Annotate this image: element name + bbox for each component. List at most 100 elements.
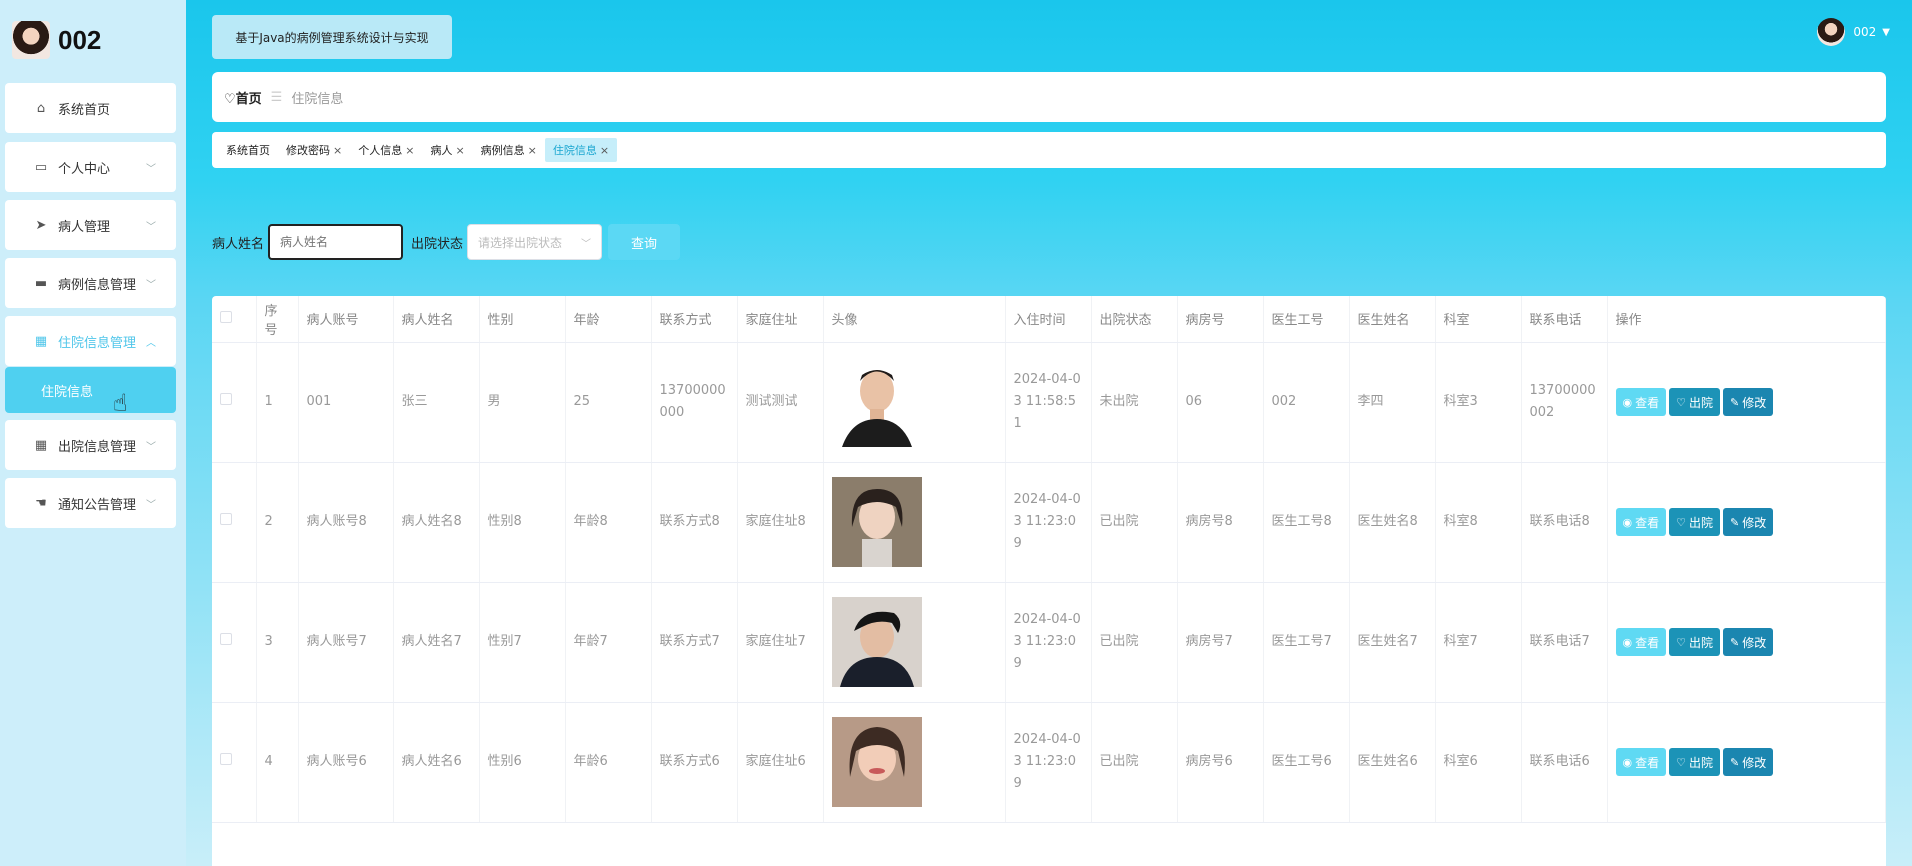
view-label: 查看 — [1635, 395, 1660, 410]
close-icon[interactable]: × — [528, 144, 537, 157]
row-checkbox-cell[interactable] — [212, 462, 257, 583]
breadcrumb-separator: ☰ — [270, 89, 283, 105]
sidebar-item-personal-center[interactable]: ▭ 个人中心 ﹀ — [5, 142, 176, 192]
row-checkbox[interactable] — [220, 513, 232, 525]
col-header: 病人账号 — [298, 296, 394, 343]
row-checkbox[interactable] — [220, 753, 232, 765]
row-checkbox[interactable] — [220, 393, 232, 405]
cell-age: 年龄6 — [565, 702, 652, 823]
col-header: 科室 — [1435, 296, 1522, 343]
sidebar-item-patient-management[interactable]: ➤ 病人管理 ﹀ — [5, 200, 176, 250]
row-checkbox[interactable] — [220, 633, 232, 645]
patient-photo — [831, 717, 922, 807]
patient-name-input[interactable] — [268, 224, 404, 260]
sidebar-subitem-inpatient-info[interactable]: 住院信息 — [5, 367, 176, 413]
edit-button[interactable]: ✎ 修改 — [1723, 508, 1774, 536]
discharge-status-select[interactable]: 请选择出院状态 ﹀ — [467, 224, 603, 260]
row-checkbox-cell[interactable] — [212, 702, 257, 823]
discharge-label: 出院 — [1689, 515, 1714, 530]
sidebar-item-case-management[interactable]: ▬ 病例信息管理 ﹀ — [5, 258, 176, 308]
cell-contact: 联系方式6 — [651, 702, 738, 823]
edit-button[interactable]: ✎ 修改 — [1723, 388, 1774, 416]
cell-account: 病人账号8 — [298, 462, 394, 583]
app-title: 基于Java的病例管理系统设计与实现 — [212, 15, 452, 59]
tag-personal-info[interactable]: 个人信息 × — [350, 138, 422, 162]
pencil-icon: ✎ — [1730, 636, 1740, 649]
chevron-up-icon: ︿ — [146, 337, 156, 349]
pencil-icon: ✎ — [1730, 516, 1740, 529]
cell-contact: 联系方式7 — [651, 582, 738, 703]
tags-bar: 系统首页 修改密码 × 个人信息 × 病人 × 病例信息 × 住院信息 × — [212, 132, 1886, 168]
tag-label: 修改密码 — [286, 144, 330, 157]
edit-label: 修改 — [1742, 515, 1767, 530]
tag-home[interactable]: 系统首页 — [218, 138, 278, 162]
close-icon[interactable]: × — [405, 144, 414, 157]
cell-ward: 病房号7 — [1177, 582, 1264, 703]
cell-actions: ◉ 查看 ♡ 出院 ✎ 修改 — [1607, 582, 1886, 703]
cell-phone: 13700000002 — [1521, 342, 1608, 463]
row-checkbox-cell[interactable] — [212, 582, 257, 703]
chevron-down-icon: ﹀ — [146, 279, 156, 291]
col-header: 出院状态 — [1091, 296, 1178, 343]
breadcrumb-current: 住院信息 — [291, 91, 344, 107]
user-menu[interactable]: 002 ▼ — [1817, 18, 1890, 46]
select-all-checkbox-cell[interactable] — [212, 296, 257, 343]
search-button[interactable]: 查询 — [608, 224, 681, 260]
edit-button[interactable]: ✎ 修改 — [1723, 628, 1774, 656]
discharge-label: 出院 — [1689, 395, 1714, 410]
sidebar-item-label: 出院信息管理 — [58, 439, 137, 455]
col-header: 入住时间 — [1005, 296, 1092, 343]
view-button[interactable]: ◉ 查看 — [1615, 508, 1667, 536]
tag-inpatient-info[interactable]: 住院信息 × — [544, 138, 618, 162]
cell-checkin: 2024-04-03 11:23:09 — [1005, 582, 1092, 703]
sidebar-item-label: 病人管理 — [58, 219, 111, 235]
view-button[interactable]: ◉ 查看 — [1615, 628, 1667, 656]
breadcrumb-home-label: 首页 — [235, 91, 262, 107]
sidebar-item-home[interactable]: ⌂ 系统首页 — [5, 83, 176, 133]
close-icon[interactable]: × — [600, 144, 609, 157]
cell-no: 4 — [256, 702, 299, 823]
grid-icon: ▦ — [34, 333, 48, 349]
sidebar-item-notice-management[interactable]: ☚ 通知公告管理 ﹀ — [5, 478, 176, 528]
cell-contact: 13700000000 — [651, 342, 738, 463]
cell-contact: 联系方式8 — [651, 462, 738, 583]
discharge-button[interactable]: ♡ 出院 — [1669, 748, 1721, 776]
cell-account: 病人账号6 — [298, 702, 394, 823]
cell-phone: 联系电话8 — [1521, 462, 1608, 583]
discharge-label: 出院 — [1689, 635, 1714, 650]
cell-name: 病人姓名7 — [393, 582, 480, 703]
card-icon: ▭ — [34, 159, 48, 175]
cell-checkin: 2024-04-03 11:23:09 — [1005, 702, 1092, 823]
heart-icon: ♡ — [1676, 516, 1686, 529]
pencil-icon: ✎ — [1730, 756, 1740, 769]
chevron-down-icon: ﹀ — [581, 238, 592, 250]
breadcrumb-home[interactable]: ♡首页 — [224, 88, 262, 107]
sidebar-item-label: 通知公告管理 — [58, 497, 137, 513]
tag-label: 病例信息 — [480, 144, 525, 157]
chevron-down-icon: ﹀ — [146, 499, 156, 511]
sidebar-item-inpatient-management[interactable]: ▦ 住院信息管理 ︿ — [5, 316, 176, 366]
edit-button[interactable]: ✎ 修改 — [1723, 748, 1774, 776]
row-checkbox-cell[interactable] — [212, 342, 257, 463]
close-icon[interactable]: × — [333, 144, 342, 157]
cell-photo — [823, 582, 1006, 703]
tag-change-password[interactable]: 修改密码 × — [278, 138, 350, 162]
tag-case-info[interactable]: 病例信息 × — [473, 138, 545, 162]
discharge-button[interactable]: ♡ 出院 — [1669, 508, 1721, 536]
view-button[interactable]: ◉ 查看 — [1615, 388, 1667, 416]
table-row: 3 病人账号7 病人姓名7 性别7 年龄7 联系方式7 家庭住址7 2024-0… — [212, 582, 1886, 703]
tag-label: 系统首页 — [226, 144, 270, 157]
patient-photo — [831, 597, 922, 687]
cell-ward: 06 — [1177, 342, 1264, 463]
cell-gender: 性别6 — [479, 702, 566, 823]
heart-icon: ♡ — [1676, 636, 1686, 649]
sidebar-item-discharge-management[interactable]: ▦ 出院信息管理 ﹀ — [5, 420, 176, 470]
col-header: 性别 — [479, 296, 566, 343]
view-button[interactable]: ◉ 查看 — [1615, 748, 1667, 776]
close-icon[interactable]: × — [455, 144, 464, 157]
discharge-button[interactable]: ♡ 出院 — [1669, 388, 1721, 416]
discharge-button[interactable]: ♡ 出院 — [1669, 628, 1721, 656]
eye-icon: ◉ — [1622, 396, 1633, 409]
select-all-checkbox[interactable] — [220, 310, 232, 323]
tag-patient[interactable]: 病人 × — [422, 138, 472, 162]
